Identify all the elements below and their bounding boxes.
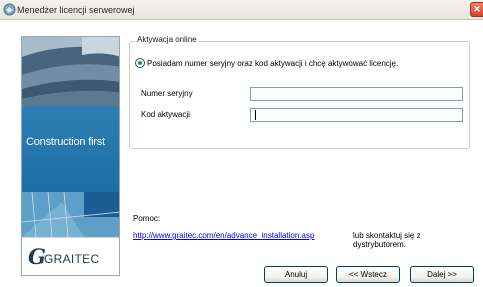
title-bar: Menedżer licencji serwerowej ✕ <box>0 0 483 20</box>
graitec-logo: G GRAITEC <box>22 237 119 275</box>
help-contact-text: lub skontaktuj się z dystrybutorem. <box>353 231 421 249</box>
radio-button[interactable] <box>135 58 145 68</box>
banner-slogan: Construction first <box>26 136 105 148</box>
back-button[interactable]: << Wstecz <box>336 266 400 283</box>
app-icon <box>3 3 16 16</box>
activation-code-input[interactable] <box>250 108 463 122</box>
window-title: Menedżer licencji serwerowej <box>17 5 135 15</box>
serial-number-input[interactable] <box>250 87 463 101</box>
building-image <box>22 37 119 106</box>
banner-slogan-panel: Construction first <box>22 106 119 192</box>
activation-option-label[interactable]: Posiadam numer seryjny oraz kod aktywacj… <box>147 59 398 68</box>
activation-group-title: Aktywacja online <box>135 35 199 44</box>
activation-code-label: Kod aktywacji <box>141 110 190 119</box>
cancel-button[interactable]: Anuluj <box>264 266 328 283</box>
structure-image <box>22 192 119 237</box>
next-button[interactable]: Dalej >> <box>410 266 474 283</box>
close-button[interactable]: ✕ <box>470 2 483 17</box>
logo-text: GRAITEC <box>44 252 100 266</box>
close-icon: ✕ <box>473 4 481 14</box>
side-banner: Construction first G GRAITEC <box>21 36 120 276</box>
radio-selected-dot <box>138 61 142 65</box>
dialog-body: Construction first G GRAITEC Aktywacja o… <box>0 20 483 287</box>
text-caret <box>255 110 256 120</box>
help-label: Pomoc: <box>133 214 161 223</box>
help-link[interactable]: http://www.graitec.com/en/advance_instal… <box>133 231 314 240</box>
serial-number-label: Numer seryjny <box>141 89 193 98</box>
